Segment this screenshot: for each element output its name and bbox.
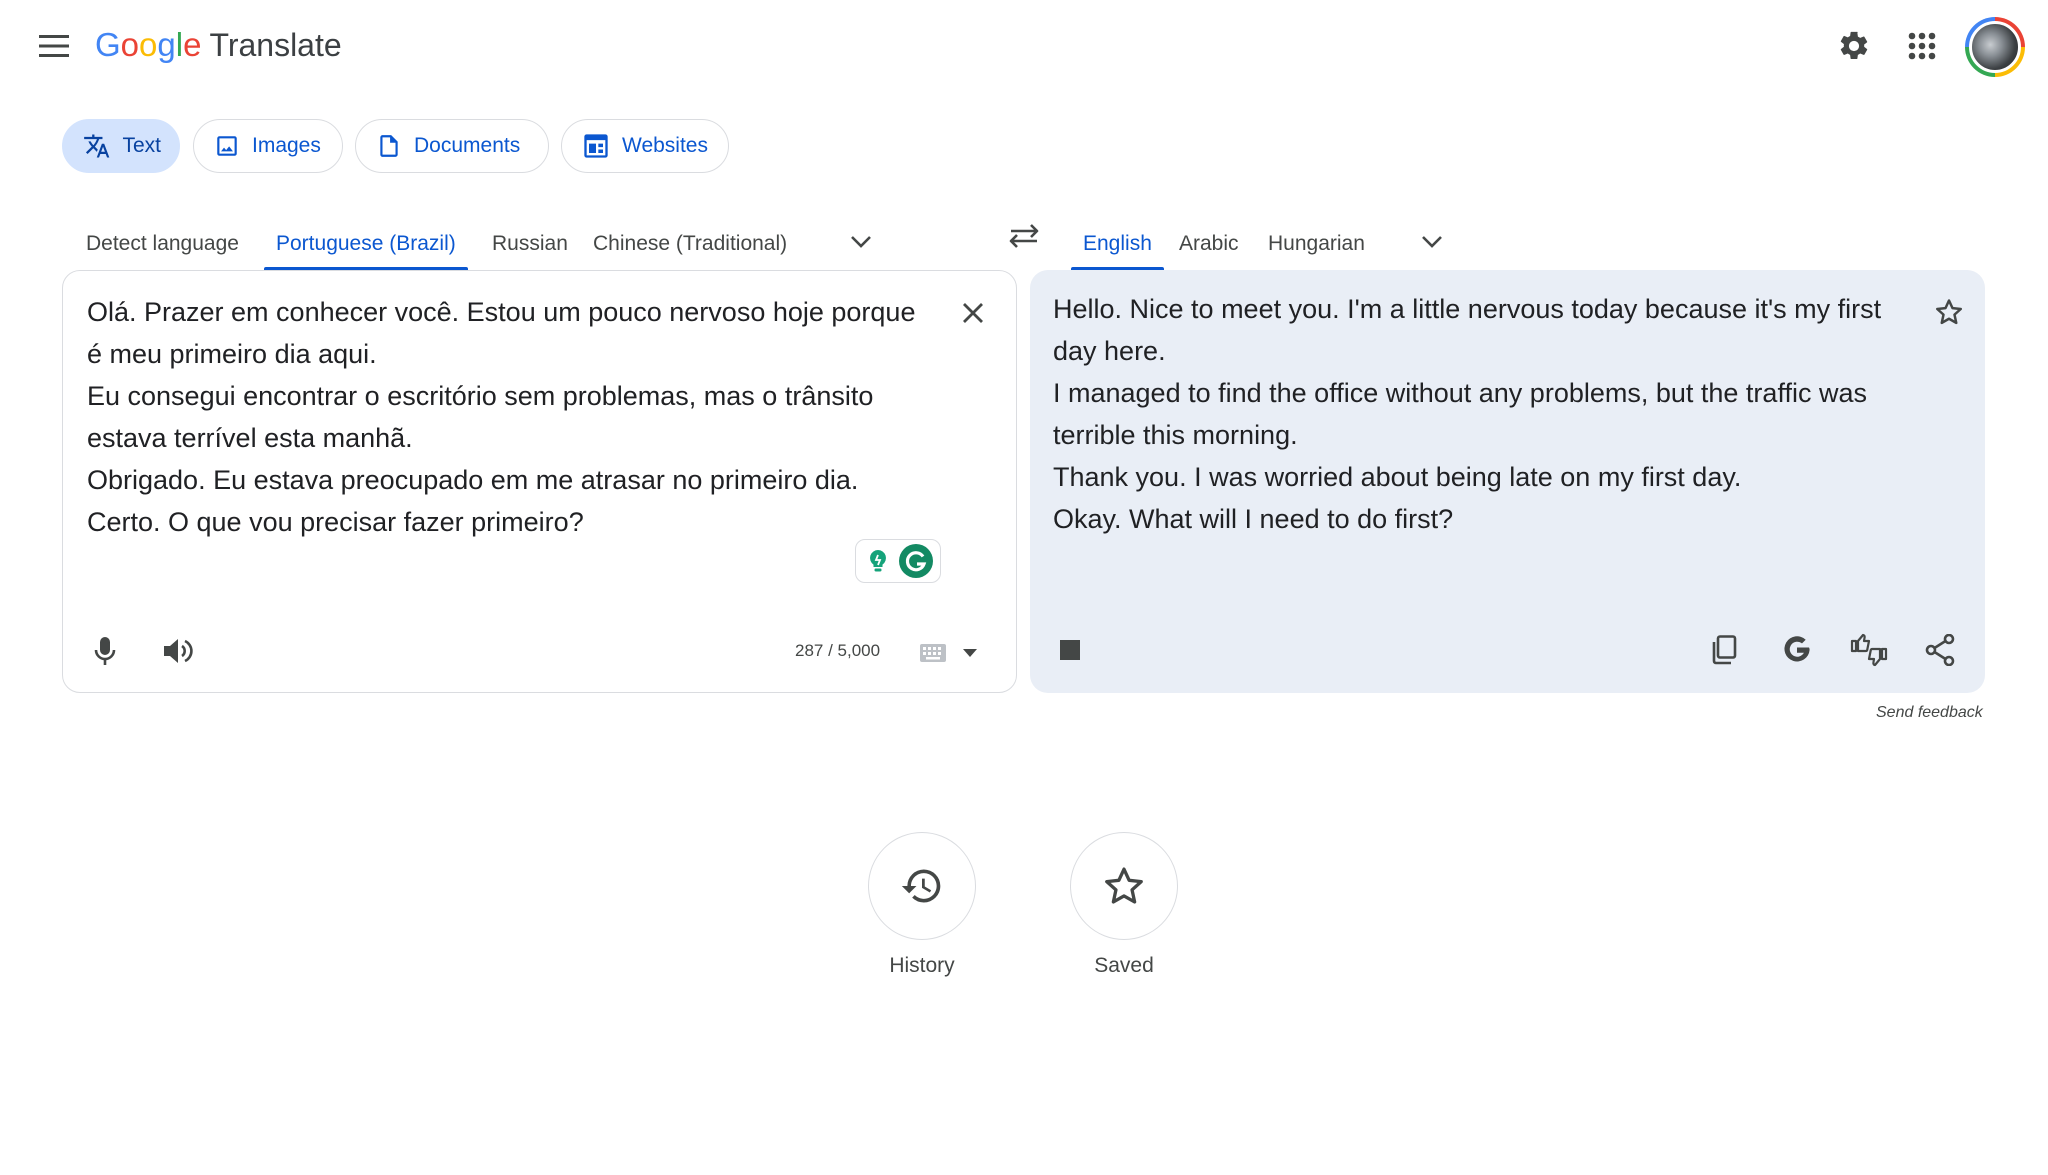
tab-websites[interactable]: Websites bbox=[561, 119, 729, 173]
settings-button[interactable] bbox=[1834, 26, 1874, 66]
translation-text: Hello. Nice to meet you. I'm a little ne… bbox=[1053, 288, 1913, 540]
source-line: Obrigado. Eu estava preocupado em me atr… bbox=[87, 465, 859, 495]
more-target-languages-button[interactable] bbox=[1410, 220, 1454, 264]
clear-source-button[interactable] bbox=[951, 291, 995, 335]
source-lang-detect-label: Detect language bbox=[86, 232, 239, 255]
chevron-down-icon bbox=[851, 236, 871, 248]
tab-text[interactable]: Text bbox=[62, 119, 180, 173]
apps-grid-icon bbox=[1908, 32, 1936, 60]
tab-documents-label: Documents bbox=[414, 134, 521, 157]
target-lang-hungarian-label: Hungarian bbox=[1268, 232, 1365, 255]
tab-websites-label: Websites bbox=[622, 134, 708, 157]
google-search-button[interactable] bbox=[1773, 626, 1821, 674]
source-lang-chinese-label: Chinese (Traditional) bbox=[593, 232, 788, 255]
history-section: History bbox=[867, 832, 977, 978]
source-text-panel: Olá. Prazer em conhecer você. Estou um p… bbox=[62, 270, 1017, 693]
saved-button[interactable] bbox=[1070, 832, 1178, 940]
history-label: History bbox=[889, 954, 955, 977]
logo-letter: o bbox=[139, 26, 158, 63]
translate-icon bbox=[84, 134, 110, 158]
main-menu-button[interactable] bbox=[36, 28, 72, 64]
stop-listen-button[interactable] bbox=[1046, 626, 1094, 674]
source-lang-russian-label: Russian bbox=[492, 232, 568, 255]
character-count: 287 / 5,000 bbox=[795, 641, 881, 660]
lightbulb-icon bbox=[863, 546, 893, 576]
keyboard-icon bbox=[920, 644, 946, 662]
copy-translation-button[interactable] bbox=[1700, 626, 1748, 674]
translation-line: Hello. Nice to meet you. I'm a little ne… bbox=[1053, 294, 1882, 366]
source-line: Eu consegui encontrar o escritório sem p… bbox=[87, 381, 874, 453]
source-line: Certo. O que vou precisar fazer primeiro… bbox=[87, 507, 584, 537]
listen-source-button[interactable] bbox=[154, 627, 202, 675]
hamburger-icon bbox=[39, 35, 69, 57]
logo-letter: e bbox=[183, 26, 202, 63]
star-outline-icon bbox=[1105, 867, 1143, 904]
grammarly-icon bbox=[899, 544, 933, 578]
speaker-icon bbox=[164, 639, 193, 663]
tab-documents[interactable]: Documents bbox=[355, 119, 549, 173]
source-lang-portuguese-label: Portuguese (Brazil) bbox=[276, 232, 456, 255]
input-tools-button[interactable] bbox=[919, 639, 977, 667]
google-wordmark: Google bbox=[95, 26, 201, 64]
tab-text-label: Text bbox=[122, 134, 161, 157]
source-line: Olá. Prazer em conhecer você. Estou um p… bbox=[87, 297, 916, 369]
stop-icon bbox=[1060, 640, 1080, 660]
logo-letter: o bbox=[120, 26, 140, 63]
swap-languages-button[interactable] bbox=[1000, 212, 1048, 260]
saved-label: Saved bbox=[1094, 954, 1154, 977]
source-lang-detect[interactable]: Detect language bbox=[74, 218, 251, 270]
translation-output-panel: Hello. Nice to meet you. I'm a little ne… bbox=[1030, 270, 1985, 693]
target-lang-english[interactable]: English bbox=[1071, 218, 1164, 270]
share-icon bbox=[1925, 634, 1955, 666]
translation-line: I managed to find the office without any… bbox=[1053, 378, 1867, 450]
share-translation-button[interactable] bbox=[1916, 626, 1964, 674]
google-apps-button[interactable] bbox=[1902, 26, 1942, 66]
image-icon bbox=[217, 136, 237, 156]
more-source-languages-button[interactable] bbox=[839, 220, 883, 264]
send-feedback-link[interactable]: Send feedback bbox=[1876, 704, 1983, 722]
chevron-down-icon bbox=[1422, 236, 1442, 248]
document-icon bbox=[380, 135, 398, 157]
logo-letter: l bbox=[175, 26, 184, 63]
target-lang-arabic[interactable]: Arabic bbox=[1167, 218, 1251, 270]
website-icon bbox=[584, 134, 608, 158]
source-lang-russian[interactable]: Russian bbox=[480, 218, 580, 270]
saved-section: Saved bbox=[1069, 832, 1179, 978]
gear-icon bbox=[1840, 31, 1868, 60]
rate-translation-button[interactable] bbox=[1845, 626, 1893, 674]
logo-letter: g bbox=[157, 26, 176, 63]
google-g-icon bbox=[1784, 636, 1810, 662]
target-lang-hungarian[interactable]: Hungarian bbox=[1256, 218, 1377, 270]
history-button[interactable] bbox=[868, 832, 976, 940]
translation-line: Okay. What will I need to do first? bbox=[1053, 504, 1454, 534]
tab-images[interactable]: Images bbox=[193, 119, 343, 173]
avatar-image bbox=[1969, 21, 2021, 73]
google-translate-logo[interactable]: Google Translate bbox=[95, 26, 342, 64]
copy-icon bbox=[1712, 635, 1737, 665]
source-lang-portuguese[interactable]: Portuguese (Brazil) bbox=[264, 218, 468, 270]
target-lang-arabic-label: Arabic bbox=[1179, 232, 1239, 255]
translation-line: Thank you. I was worried about being lat… bbox=[1053, 462, 1742, 492]
thumbs-up-down-icon bbox=[1850, 633, 1888, 667]
grammarly-widget[interactable] bbox=[855, 539, 941, 583]
app-header: Google Translate bbox=[0, 0, 2048, 94]
history-icon bbox=[901, 869, 941, 903]
product-name: Translate bbox=[209, 27, 342, 63]
translate-page: Google Translate Text Images Documents W… bbox=[0, 0, 2048, 1175]
voice-input-button[interactable] bbox=[81, 627, 129, 675]
logo-letter: G bbox=[95, 26, 121, 63]
microphone-icon bbox=[94, 637, 116, 665]
tab-images-label: Images bbox=[252, 134, 321, 157]
source-text-input[interactable]: Olá. Prazer em conhecer você. Estou um p… bbox=[87, 291, 927, 543]
caret-down-icon bbox=[963, 649, 977, 657]
target-lang-english-label: English bbox=[1083, 232, 1152, 255]
swap-arrows-icon bbox=[1009, 224, 1039, 248]
source-lang-chinese[interactable]: Chinese (Traditional) bbox=[581, 218, 799, 270]
save-translation-button[interactable] bbox=[1927, 290, 1971, 334]
close-icon bbox=[963, 303, 983, 323]
account-avatar[interactable] bbox=[1965, 17, 2025, 77]
star-outline-icon bbox=[1936, 299, 1962, 325]
